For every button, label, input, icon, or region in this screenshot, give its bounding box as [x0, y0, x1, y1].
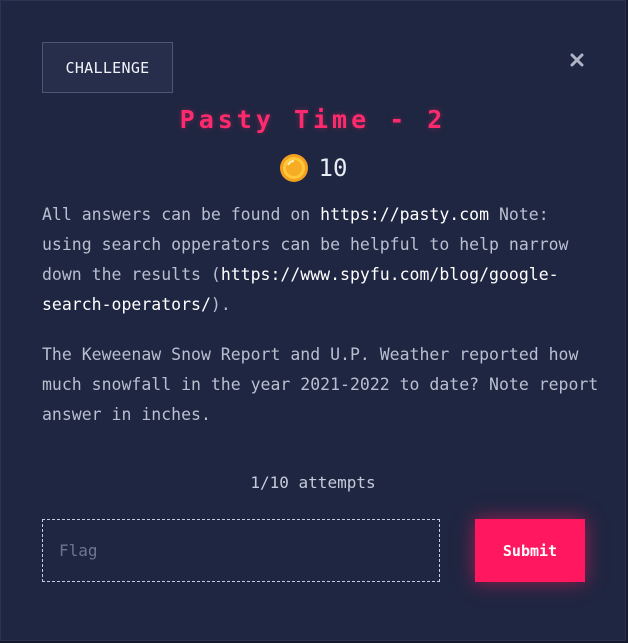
coin-icon: [279, 153, 309, 183]
challenge-title: Pasty Time - 2: [179, 105, 447, 134]
tab-challenge[interactable]: CHALLENGE: [42, 42, 173, 93]
points-value: 10: [318, 154, 348, 182]
submit-button[interactable]: Submit: [475, 519, 585, 582]
challenge-description: All answers can be found on https://past…: [42, 200, 602, 320]
description-text: ).: [210, 295, 231, 314]
attempts-counter: 1/10 attempts: [250, 473, 376, 492]
challenge-question: The Keweenaw Snow Report and U.P. Weathe…: [42, 345, 599, 424]
challenge-modal: CHALLENGE Pasty Time - 2 10 All answers …: [0, 0, 626, 641]
description-text: All answers can be found on: [42, 205, 321, 224]
points-row: 10: [1, 153, 625, 183]
pasty-link[interactable]: https://pasty.com: [320, 205, 489, 224]
close-icon[interactable]: [567, 50, 587, 70]
flag-input[interactable]: [42, 519, 440, 582]
